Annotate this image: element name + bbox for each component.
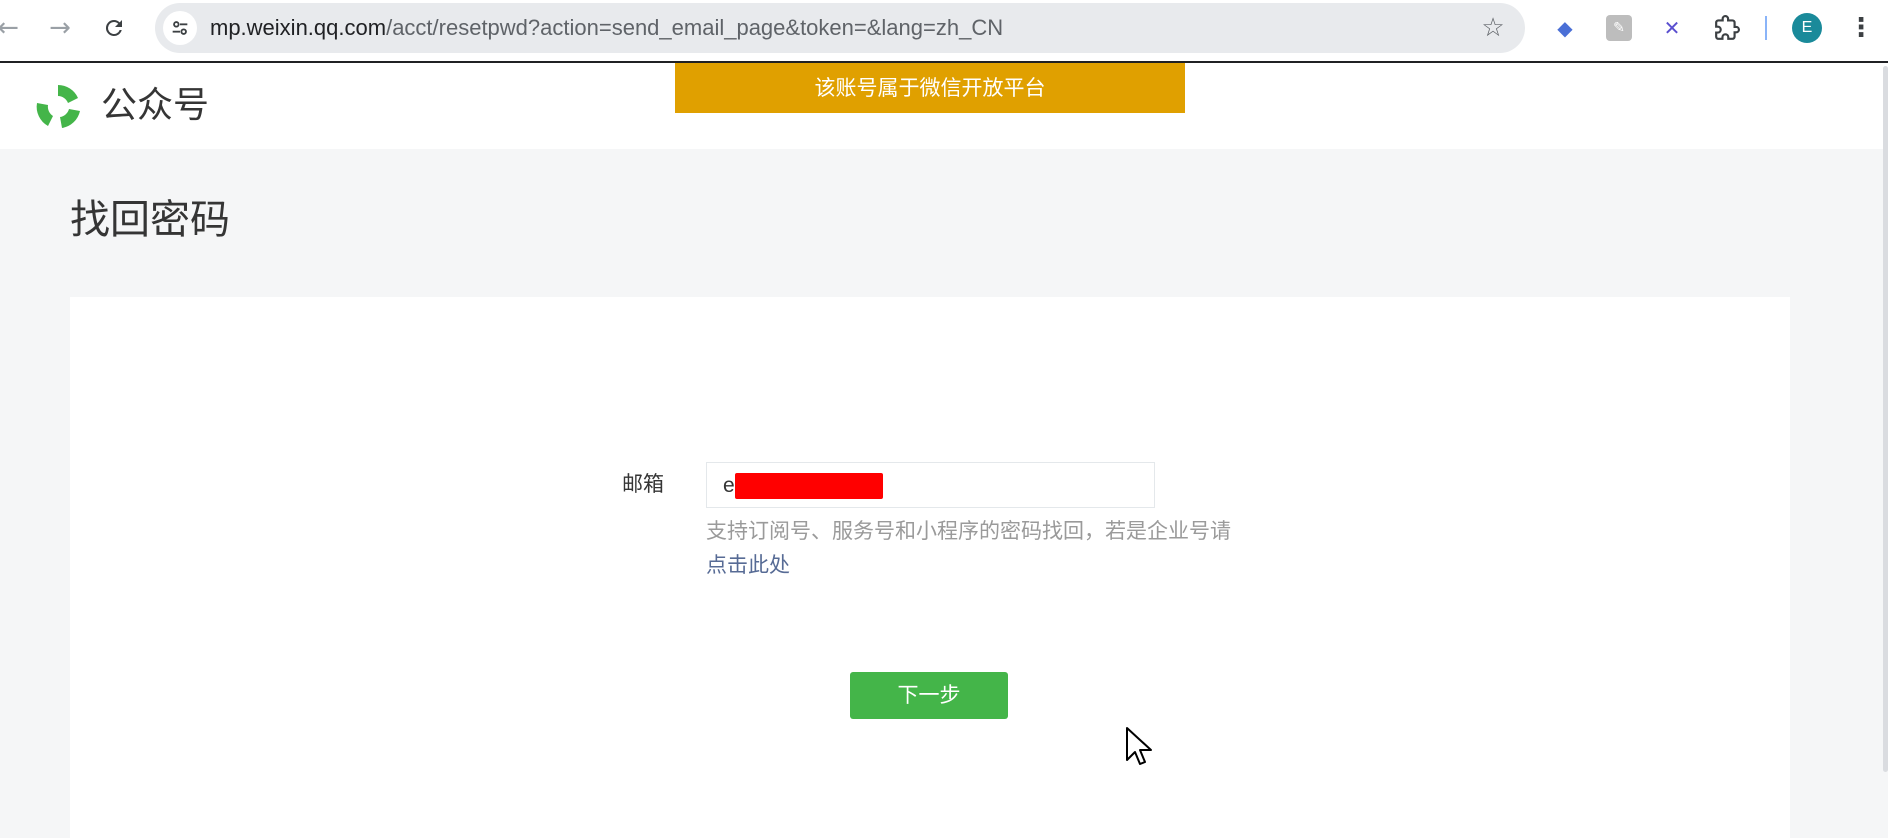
email-input[interactable]: e (706, 462, 1155, 508)
email-value: e (723, 474, 735, 497)
reset-password-form: 邮箱 e 支持订阅号、服务号和小程序的密码找回，若是企业号请 点击此处 下一步 (70, 297, 1790, 838)
scrollbar[interactable] (1883, 66, 1888, 772)
profile-avatar[interactable]: E (1792, 13, 1822, 43)
logo-text: 公众号 (101, 85, 210, 126)
bookmark-button[interactable]: ☆ (1479, 14, 1507, 42)
redaction-box (735, 473, 883, 499)
reload-button[interactable] (98, 12, 130, 44)
x-logo-icon: ✕ (1663, 16, 1681, 40)
arrow-left-icon: ← (0, 13, 19, 43)
url-path: /acct/resetpwd?action=send_email_page&to… (386, 15, 1004, 40)
address-bar[interactable]: mp.weixin.qq.com/acct/resetpwd?action=se… (155, 3, 1525, 53)
extensions-button[interactable] (1713, 14, 1741, 42)
next-step-button[interactable]: 下一步 (850, 672, 1008, 719)
back-button[interactable]: ← (0, 12, 24, 44)
email-label: 邮箱 (622, 472, 664, 496)
toolbar-separator (1765, 16, 1767, 40)
puzzle-icon (1715, 15, 1740, 40)
browser-menu-button[interactable]: ⋮ (1848, 12, 1874, 44)
mouse-cursor-icon (1126, 727, 1152, 765)
extension-gray-icon: ✎ (1606, 15, 1632, 41)
reload-icon (105, 19, 122, 36)
extension-gray[interactable]: ✎ (1605, 14, 1633, 42)
tune-icon (172, 21, 188, 35)
help-text: 支持订阅号、服务号和小程序的密码找回，若是企业号请 (706, 519, 1231, 543)
site-info-button[interactable] (163, 11, 197, 45)
arrow-right-icon: → (49, 13, 71, 43)
site-header: 公众号 该账号属于微信开放平台 (0, 63, 1888, 149)
wechat-official-logo-icon[interactable] (32, 81, 84, 133)
kebab-menu-icon: ⋮ (1848, 13, 1874, 43)
star-icon: ☆ (1481, 13, 1505, 43)
notice-banner: 该账号属于微信开放平台 (675, 63, 1185, 113)
url-host: mp.weixin.qq.com (210, 15, 387, 40)
forward-button[interactable]: → (44, 12, 76, 44)
url-text[interactable]: mp.weixin.qq.com/acct/resetpwd?action=se… (210, 3, 1003, 53)
browser-toolbar: ← → mp.weixin.qq.com/acct/resetpwd?actio… (0, 0, 1888, 63)
graduation-cap-icon: ◆ (1557, 16, 1573, 40)
page-title: 找回密码 (70, 197, 230, 243)
extension-graduation-cap[interactable]: ◆ (1551, 14, 1579, 42)
enterprise-help-link[interactable]: 点击此处 (706, 548, 790, 582)
extension-x[interactable]: ✕ (1658, 14, 1686, 42)
